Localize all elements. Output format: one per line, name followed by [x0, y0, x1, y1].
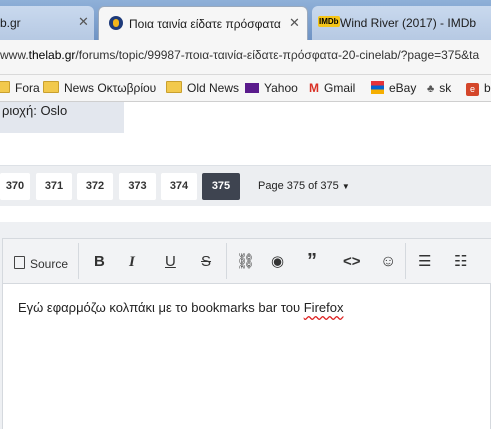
misspelled-word: Firefox: [303, 300, 344, 315]
page-jump-label: Page 375 of 375: [258, 180, 339, 192]
toolbar-divider: [405, 243, 406, 279]
tab-title: Ποια ταινία είδατε πρόσφατα: [129, 17, 281, 31]
pagination-bar: [0, 165, 491, 207]
numbered-list-icon[interactable]: ☷: [454, 253, 467, 271]
bold-icon[interactable]: B: [94, 253, 105, 271]
page-link[interactable]: 371: [36, 173, 72, 200]
spacer: [0, 133, 491, 165]
folder-icon: [0, 81, 10, 93]
strikethrough-icon[interactable]: S: [201, 253, 211, 271]
caret-down-icon: ▼: [341, 182, 350, 191]
tab-thelab[interactable]: b.gr ✕: [0, 6, 94, 40]
source-label: Source: [30, 257, 69, 271]
source-icon: [14, 256, 25, 269]
url-host: thelab.gr: [28, 48, 76, 62]
bookmark-label: eBay: [389, 81, 417, 95]
bookmark-ebay[interactable]: eBay: [371, 81, 416, 95]
bookmark-label: Gmail: [324, 81, 356, 95]
url-prefix: www.: [0, 48, 29, 62]
tab-title: b.gr: [0, 16, 21, 30]
italic-icon[interactable]: I: [129, 253, 135, 271]
bookmark-news[interactable]: News Οκτωβρίου: [43, 81, 156, 95]
gmail-icon: M: [309, 81, 319, 95]
bookmark-b[interactable]: eb: [466, 81, 491, 96]
bullet-list-icon[interactable]: ☰: [418, 253, 431, 271]
bookmarks-bar: Fora News Οκτωβρίου Old News Yahoo M Gmai…: [0, 75, 491, 102]
post-area: [124, 102, 491, 133]
page-link-active[interactable]: 375: [202, 173, 240, 200]
bookmark-label: Yahoo: [264, 81, 298, 95]
tab-imdb[interactable]: IMDb Wind River (2017) - IMDb: [312, 6, 491, 40]
page-link[interactable]: 374: [161, 173, 197, 200]
source-button[interactable]: Source: [14, 255, 68, 273]
tab-title: Wind River (2017) - IMDb: [340, 16, 477, 30]
bookmark-e-icon: e: [466, 83, 479, 96]
bookmark-yahoo[interactable]: Yahoo: [245, 81, 298, 95]
bookmark-label: sk: [439, 81, 452, 95]
user-region: ριοχή: Oslo: [2, 103, 68, 118]
address-bar[interactable]: www.thelab.gr/forums/topic/99987-ποια-τα…: [0, 40, 491, 75]
yahoo-icon: [245, 83, 259, 93]
toolbar-divider: [226, 243, 227, 279]
page-link[interactable]: 372: [77, 173, 113, 200]
spacer: [0, 206, 491, 222]
quote-icon[interactable]: ”: [307, 251, 317, 271]
site-favicon-icon: [109, 16, 123, 30]
underline-icon[interactable]: U: [165, 253, 176, 271]
url-text[interactable]: www.thelab.gr/forums/topic/99987-ποια-τα…: [0, 48, 479, 62]
page-link[interactable]: 373: [119, 173, 156, 200]
emoji-icon[interactable]: ☺: [380, 253, 396, 271]
bookmark-label: Fora: [15, 81, 40, 95]
folder-icon: [43, 81, 59, 93]
toolbar-divider: [78, 243, 79, 279]
close-icon[interactable]: ✕: [78, 14, 89, 30]
editor-text: Εγώ εφαρμόζω κολπάκι με το bookmarks bar…: [18, 300, 304, 315]
link-icon[interactable]: ⛓: [236, 253, 255, 271]
bookmark-sk[interactable]: ♣ sk: [427, 81, 451, 95]
bookmark-old-news[interactable]: Old News: [166, 81, 239, 95]
eye-icon[interactable]: ◉: [271, 253, 284, 271]
code-icon[interactable]: <>: [343, 253, 361, 271]
close-icon[interactable]: ✕: [289, 15, 300, 31]
bookmark-label: b: [484, 81, 491, 95]
bookmark-label: Old News: [187, 81, 240, 95]
page-jump-dropdown[interactable]: Page 375 of 375 ▼: [258, 180, 350, 192]
bookmark-fora[interactable]: Fora: [0, 81, 40, 95]
editor-content[interactable]: Εγώ εφαρμόζω κολπάκι με το bookmarks bar…: [18, 300, 343, 315]
hat-icon: ♣: [427, 83, 435, 95]
bookmark-gmail[interactable]: M Gmail: [309, 81, 355, 95]
imdb-favicon-icon: IMDb: [318, 16, 340, 27]
ebay-icon: [371, 81, 384, 94]
page-link[interactable]: 370: [0, 173, 30, 200]
bookmark-label: News Οκτωβρίου: [64, 81, 157, 95]
url-path: /forums/topic/99987-ποια-ταινία-είδατε-π…: [75, 48, 480, 62]
folder-icon: [166, 81, 182, 93]
tab-active[interactable]: Ποια ταινία είδατε πρόσφατα ✕: [98, 6, 308, 40]
